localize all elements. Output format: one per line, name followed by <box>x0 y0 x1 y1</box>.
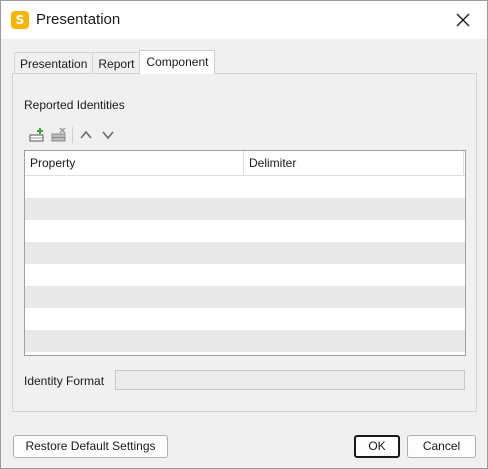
move-up-button[interactable] <box>77 126 95 144</box>
title-bar: S Presentation <box>1 1 487 39</box>
identities-toolbar <box>28 126 121 144</box>
tab-bar: Presentation Report Component <box>14 50 216 74</box>
tab-presentation[interactable]: Presentation <box>14 52 94 74</box>
table-row[interactable] <box>25 308 465 330</box>
move-down-button[interactable] <box>99 126 117 144</box>
table-row[interactable] <box>25 286 465 308</box>
identity-format-label: Identity Format <box>24 374 105 388</box>
identity-format-field[interactable] <box>115 370 465 390</box>
table-row[interactable] <box>25 198 465 220</box>
table-row[interactable] <box>25 176 465 198</box>
delete-row-button[interactable] <box>50 126 68 144</box>
identities-table[interactable]: Property Delimiter <box>24 150 466 356</box>
add-row-icon <box>29 128 44 142</box>
close-button[interactable] <box>453 10 473 30</box>
close-icon <box>456 13 470 27</box>
table-row[interactable] <box>25 330 465 352</box>
app-icon: S <box>11 11 29 29</box>
toolbar-separator <box>72 127 73 143</box>
move-up-icon <box>80 130 92 139</box>
column-header-delimiter[interactable]: Delimiter <box>244 151 464 175</box>
restore-defaults-button[interactable]: Restore Default Settings <box>13 435 168 458</box>
move-down-icon <box>102 131 114 140</box>
table-row[interactable] <box>25 220 465 242</box>
delete-row-icon <box>51 127 66 142</box>
section-label-reported-identities: Reported Identities <box>24 98 125 112</box>
table-header: Property Delimiter <box>25 151 465 176</box>
component-panel: Reported Identities Property Delimiter I… <box>12 73 477 412</box>
window-title: Presentation <box>36 11 121 28</box>
table-row[interactable] <box>25 264 465 286</box>
cancel-button[interactable]: Cancel <box>407 435 476 458</box>
ok-button[interactable]: OK <box>354 435 400 458</box>
column-header-property[interactable]: Property <box>25 151 244 175</box>
tab-report[interactable]: Report <box>92 52 141 74</box>
presentation-dialog: S Presentation Presentation Report Compo… <box>0 0 488 469</box>
tab-component[interactable]: Component <box>139 50 216 74</box>
table-row[interactable] <box>25 242 465 264</box>
add-row-button[interactable] <box>28 126 46 144</box>
